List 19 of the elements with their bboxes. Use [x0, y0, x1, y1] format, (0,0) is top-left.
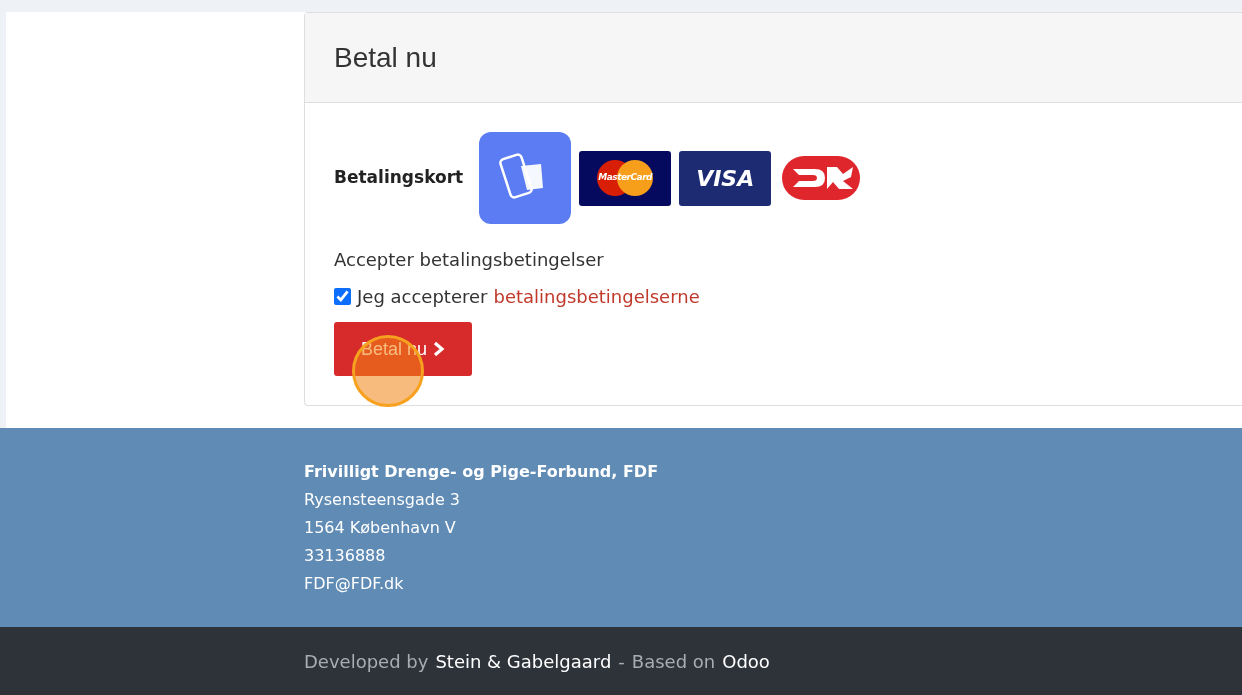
footer-address-line: Rysensteensgade 3 — [304, 489, 462, 511]
credit-text: Based on — [631, 650, 716, 674]
credit-text: - — [618, 650, 625, 674]
organization-name: Frivilligt Drenge- og Pige-Forbund, FDF — [304, 461, 660, 483]
payment-method-label: Betalingskort — [334, 166, 464, 190]
credit-text: Developed by — [304, 650, 429, 674]
terms-heading: Accepter betalingsbetingelser — [334, 248, 605, 272]
card-title: Betal nu — [334, 40, 437, 75]
credit-link[interactable]: Odoo — [722, 648, 770, 675]
terms-checkbox[interactable] — [334, 288, 351, 305]
terms-label: Jeg accepterer — [357, 285, 488, 309]
footer-address-line: 1564 København V — [304, 517, 457, 539]
footer-address-line: FDF@FDF.dk — [304, 573, 405, 595]
credit-link[interactable]: Stein & Gabelgaard — [435, 648, 612, 675]
footer-address-line: 33136888 — [304, 545, 387, 567]
visa-logo[interactable]: VISA — [679, 150, 772, 206]
terms-link[interactable]: betalingsbetingelserne — [493, 283, 700, 310]
chevron-right-icon — [433, 341, 446, 357]
payment-option[interactable] — [479, 132, 572, 224]
